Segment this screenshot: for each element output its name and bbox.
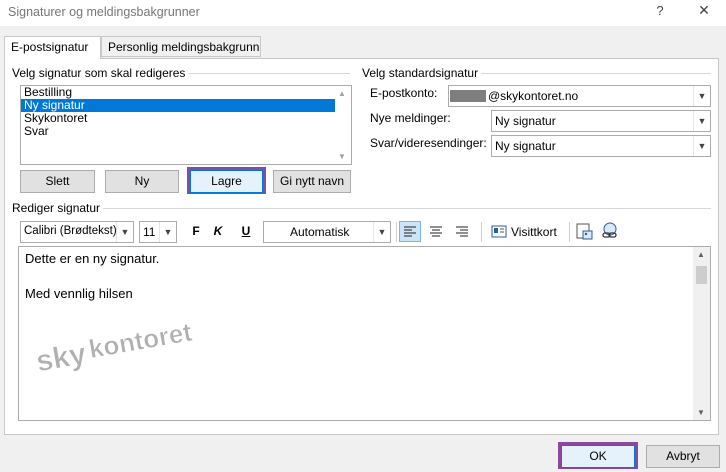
help-button[interactable]: ? xyxy=(654,3,666,18)
chevron-down-icon[interactable]: ▼ xyxy=(693,111,710,131)
font-select[interactable]: Calibri (Brødtekst) ▼ xyxy=(20,221,134,243)
font-size-value: 11 xyxy=(143,225,156,239)
account-value: @skykontoret.no xyxy=(488,89,579,103)
svg-text:kontoret: kontoret xyxy=(86,317,194,365)
hyperlink-icon xyxy=(602,222,617,238)
window-title: Signaturer og meldingsbakgrunner xyxy=(8,5,200,19)
group-divider xyxy=(20,208,711,209)
replies-value: Ny signatur xyxy=(495,139,556,153)
italic-button[interactable]: K xyxy=(211,224,225,238)
save-button[interactable]: Lagre xyxy=(190,170,263,193)
chevron-down-icon[interactable]: ▼ xyxy=(159,222,176,242)
align-left-button[interactable] xyxy=(399,221,421,242)
rename-button[interactable]: Gi nytt navn xyxy=(273,170,351,193)
scroll-down-icon[interactable]: ▼ xyxy=(697,408,705,417)
new-messages-value: Ny signatur xyxy=(495,114,556,128)
business-card-label: Visittkort xyxy=(511,225,557,239)
font-size-select[interactable]: 11 ▼ xyxy=(139,221,177,243)
align-right-button[interactable] xyxy=(452,222,472,241)
replies-select[interactable]: Ny signatur ▼ xyxy=(491,135,711,157)
chevron-down-icon[interactable]: ▼ xyxy=(116,222,133,242)
ok-button[interactable]: OK xyxy=(561,445,635,468)
chevron-down-icon[interactable]: ▼ xyxy=(693,86,710,106)
scroll-thumb[interactable] xyxy=(696,266,707,284)
edit-signature-group-label: Velg signatur som skal redigeres xyxy=(12,66,189,80)
font-value: Calibri (Brødtekst) xyxy=(24,225,117,237)
signature-line-1: Dette er en ny signatur. xyxy=(25,251,160,266)
new-messages-select[interactable]: Ny signatur ▼ xyxy=(491,110,711,132)
font-color-select[interactable]: Automatisk ▼ xyxy=(263,221,391,243)
list-item[interactable]: Skykontoret xyxy=(21,112,335,125)
align-center-icon xyxy=(430,226,442,237)
new-messages-label: Nye meldinger: xyxy=(370,111,451,125)
delete-button[interactable]: Slett xyxy=(20,170,95,193)
font-color-value: Automatisk xyxy=(290,225,350,239)
editor-scrollbar[interactable]: ▲ ▼ xyxy=(693,247,710,420)
signature-editor[interactable]: Dette er en ny signatur. Med vennlig hil… xyxy=(18,246,711,421)
business-card-button[interactable]: Visittkort xyxy=(489,222,564,241)
skykontoret-logo: sky kontoret xyxy=(33,316,194,379)
default-signature-group-label: Velg standardsignatur xyxy=(362,66,482,80)
svg-text:sky: sky xyxy=(34,337,89,375)
insert-link-button[interactable] xyxy=(599,221,621,242)
redacted-email xyxy=(450,90,486,102)
underline-button[interactable]: U xyxy=(239,224,253,238)
skykontoret-watermark: sky kontoret xyxy=(29,295,209,379)
tab-personal-stationery[interactable]: Personlig meldingsbakgrunn xyxy=(101,36,261,57)
insert-picture-button[interactable] xyxy=(574,221,594,242)
toolbar-separator xyxy=(569,222,570,242)
toolbar-separator xyxy=(396,222,397,242)
account-select[interactable]: @skykontoret.no ▼ xyxy=(448,85,711,107)
account-label: E-postkonto: xyxy=(370,86,438,100)
cancel-button[interactable]: Avbryt xyxy=(646,445,720,468)
toolbar-separator xyxy=(481,222,482,242)
list-item[interactable]: Svar xyxy=(21,125,335,138)
align-center-button[interactable] xyxy=(426,222,446,241)
edit-group-label: Rediger signatur xyxy=(12,201,104,215)
replies-label: Svar/videresendinger: xyxy=(370,136,487,150)
tab-email-signature[interactable]: E-postsignatur xyxy=(4,36,101,59)
title-bar: Signaturer og meldingsbakgrunner ? ✕ xyxy=(0,0,726,26)
signature-list[interactable]: Bestilling Ny signatur Skykontoret Svar … xyxy=(20,85,352,165)
scroll-up-icon[interactable]: ▲ xyxy=(697,250,705,259)
close-button[interactable]: ✕ xyxy=(697,2,711,19)
align-left-icon xyxy=(404,226,416,237)
chevron-down-icon[interactable]: ▼ xyxy=(693,136,710,156)
align-right-icon xyxy=(456,226,468,237)
new-button[interactable]: Ny xyxy=(105,170,179,193)
picture-icon xyxy=(576,223,593,240)
chevron-down-icon[interactable]: ▼ xyxy=(373,222,390,242)
list-scrollbar[interactable]: ▲ ▼ xyxy=(335,86,351,164)
scroll-up-icon[interactable]: ▲ xyxy=(338,89,346,98)
scroll-down-icon[interactable]: ▼ xyxy=(338,152,346,161)
business-card-icon xyxy=(491,225,507,238)
bold-button[interactable]: F xyxy=(189,224,203,238)
